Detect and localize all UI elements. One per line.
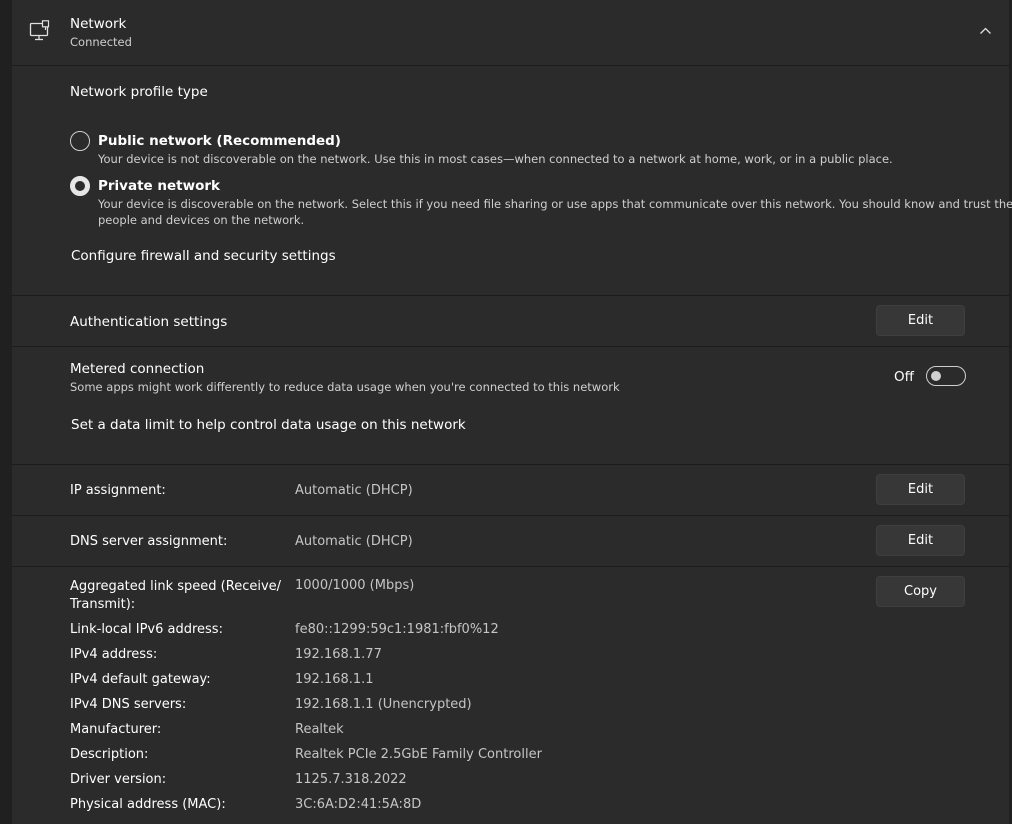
public-network-description: Your device is not discoverable on the n…: [98, 152, 893, 166]
chevron-up-icon[interactable]: [979, 26, 992, 36]
private-network-description-line2: people and devices on the network.: [98, 213, 305, 227]
link-speed-value: 1000/1000 (Mbps): [295, 578, 415, 593]
property-label: Description:: [70, 747, 149, 762]
property-label: IPv4 default gateway:: [70, 672, 211, 687]
ip-assignment-edit-button[interactable]: Edit: [876, 474, 965, 505]
dns-assignment-edit-button[interactable]: Edit: [876, 525, 965, 556]
divider: [12, 566, 1009, 567]
property-label: IPv4 address:: [70, 647, 158, 662]
network-title: Network: [70, 16, 127, 32]
metered-connection-title: Metered connection: [70, 361, 205, 377]
ip-assignment-value: Automatic (DHCP): [295, 483, 413, 498]
property-value: 192.168.1.1: [295, 672, 374, 687]
public-network-radio[interactable]: [70, 131, 90, 151]
authentication-edit-button[interactable]: Edit: [876, 305, 965, 336]
divider: [12, 515, 1009, 516]
property-value: fe80::1299:59c1:1981:fbf0%12: [295, 622, 499, 637]
dns-assignment-label: DNS server assignment:: [70, 534, 228, 549]
property-label: Link-local IPv6 address:: [70, 622, 223, 637]
network-header[interactable]: [12, 0, 1009, 65]
profile-heading: Network profile type: [70, 84, 208, 100]
property-label: Physical address (MAC):: [70, 797, 226, 812]
ip-assignment-label: IP assignment:: [70, 483, 166, 498]
network-properties-page: Network Connected Network profile type P…: [0, 0, 1012, 824]
copy-properties-button[interactable]: Copy: [876, 576, 965, 607]
toggle-knob: [931, 371, 941, 381]
property-value: 192.168.1.1 (Unencrypted): [295, 697, 472, 712]
divider: [12, 295, 1009, 296]
property-value: Realtek: [295, 722, 344, 737]
public-network-label[interactable]: Public network (Recommended): [98, 132, 341, 150]
divider: [12, 464, 1009, 465]
property-label: Manufacturer:: [70, 722, 162, 737]
private-network-label[interactable]: Private network: [98, 177, 220, 195]
property-value: 192.168.1.77: [295, 647, 382, 662]
metered-toggle-state: Off: [894, 369, 914, 385]
divider: [12, 346, 1009, 347]
property-label: IPv4 DNS servers:: [70, 697, 187, 712]
dns-assignment-value: Automatic (DHCP): [295, 534, 413, 549]
network-status: Connected: [70, 35, 132, 49]
property-value: 3C:6A:D2:41:5A:8D: [295, 797, 422, 812]
private-network-description-line1: Your device is discoverable on the netwo…: [98, 197, 1012, 211]
property-label: Driver version:: [70, 772, 167, 787]
private-network-radio[interactable]: [70, 176, 90, 196]
divider: [12, 65, 1009, 66]
ethernet-monitor-icon: [29, 20, 50, 41]
link-speed-label-line1: Aggregated link speed (Receive/: [70, 579, 282, 594]
authentication-settings-label: Authentication settings: [70, 314, 228, 330]
metered-connection-toggle[interactable]: [926, 366, 966, 386]
metered-connection-description: Some apps might work differently to redu…: [70, 380, 620, 394]
property-value: 1125.7.318.2022: [295, 772, 407, 787]
property-value: Realtek PCIe 2.5GbE Family Controller: [295, 747, 542, 762]
data-limit-link[interactable]: Set a data limit to help control data us…: [71, 416, 466, 434]
firewall-settings-link[interactable]: Configure firewall and security settings: [71, 247, 336, 265]
link-speed-label-line2: Transmit):: [70, 597, 136, 612]
